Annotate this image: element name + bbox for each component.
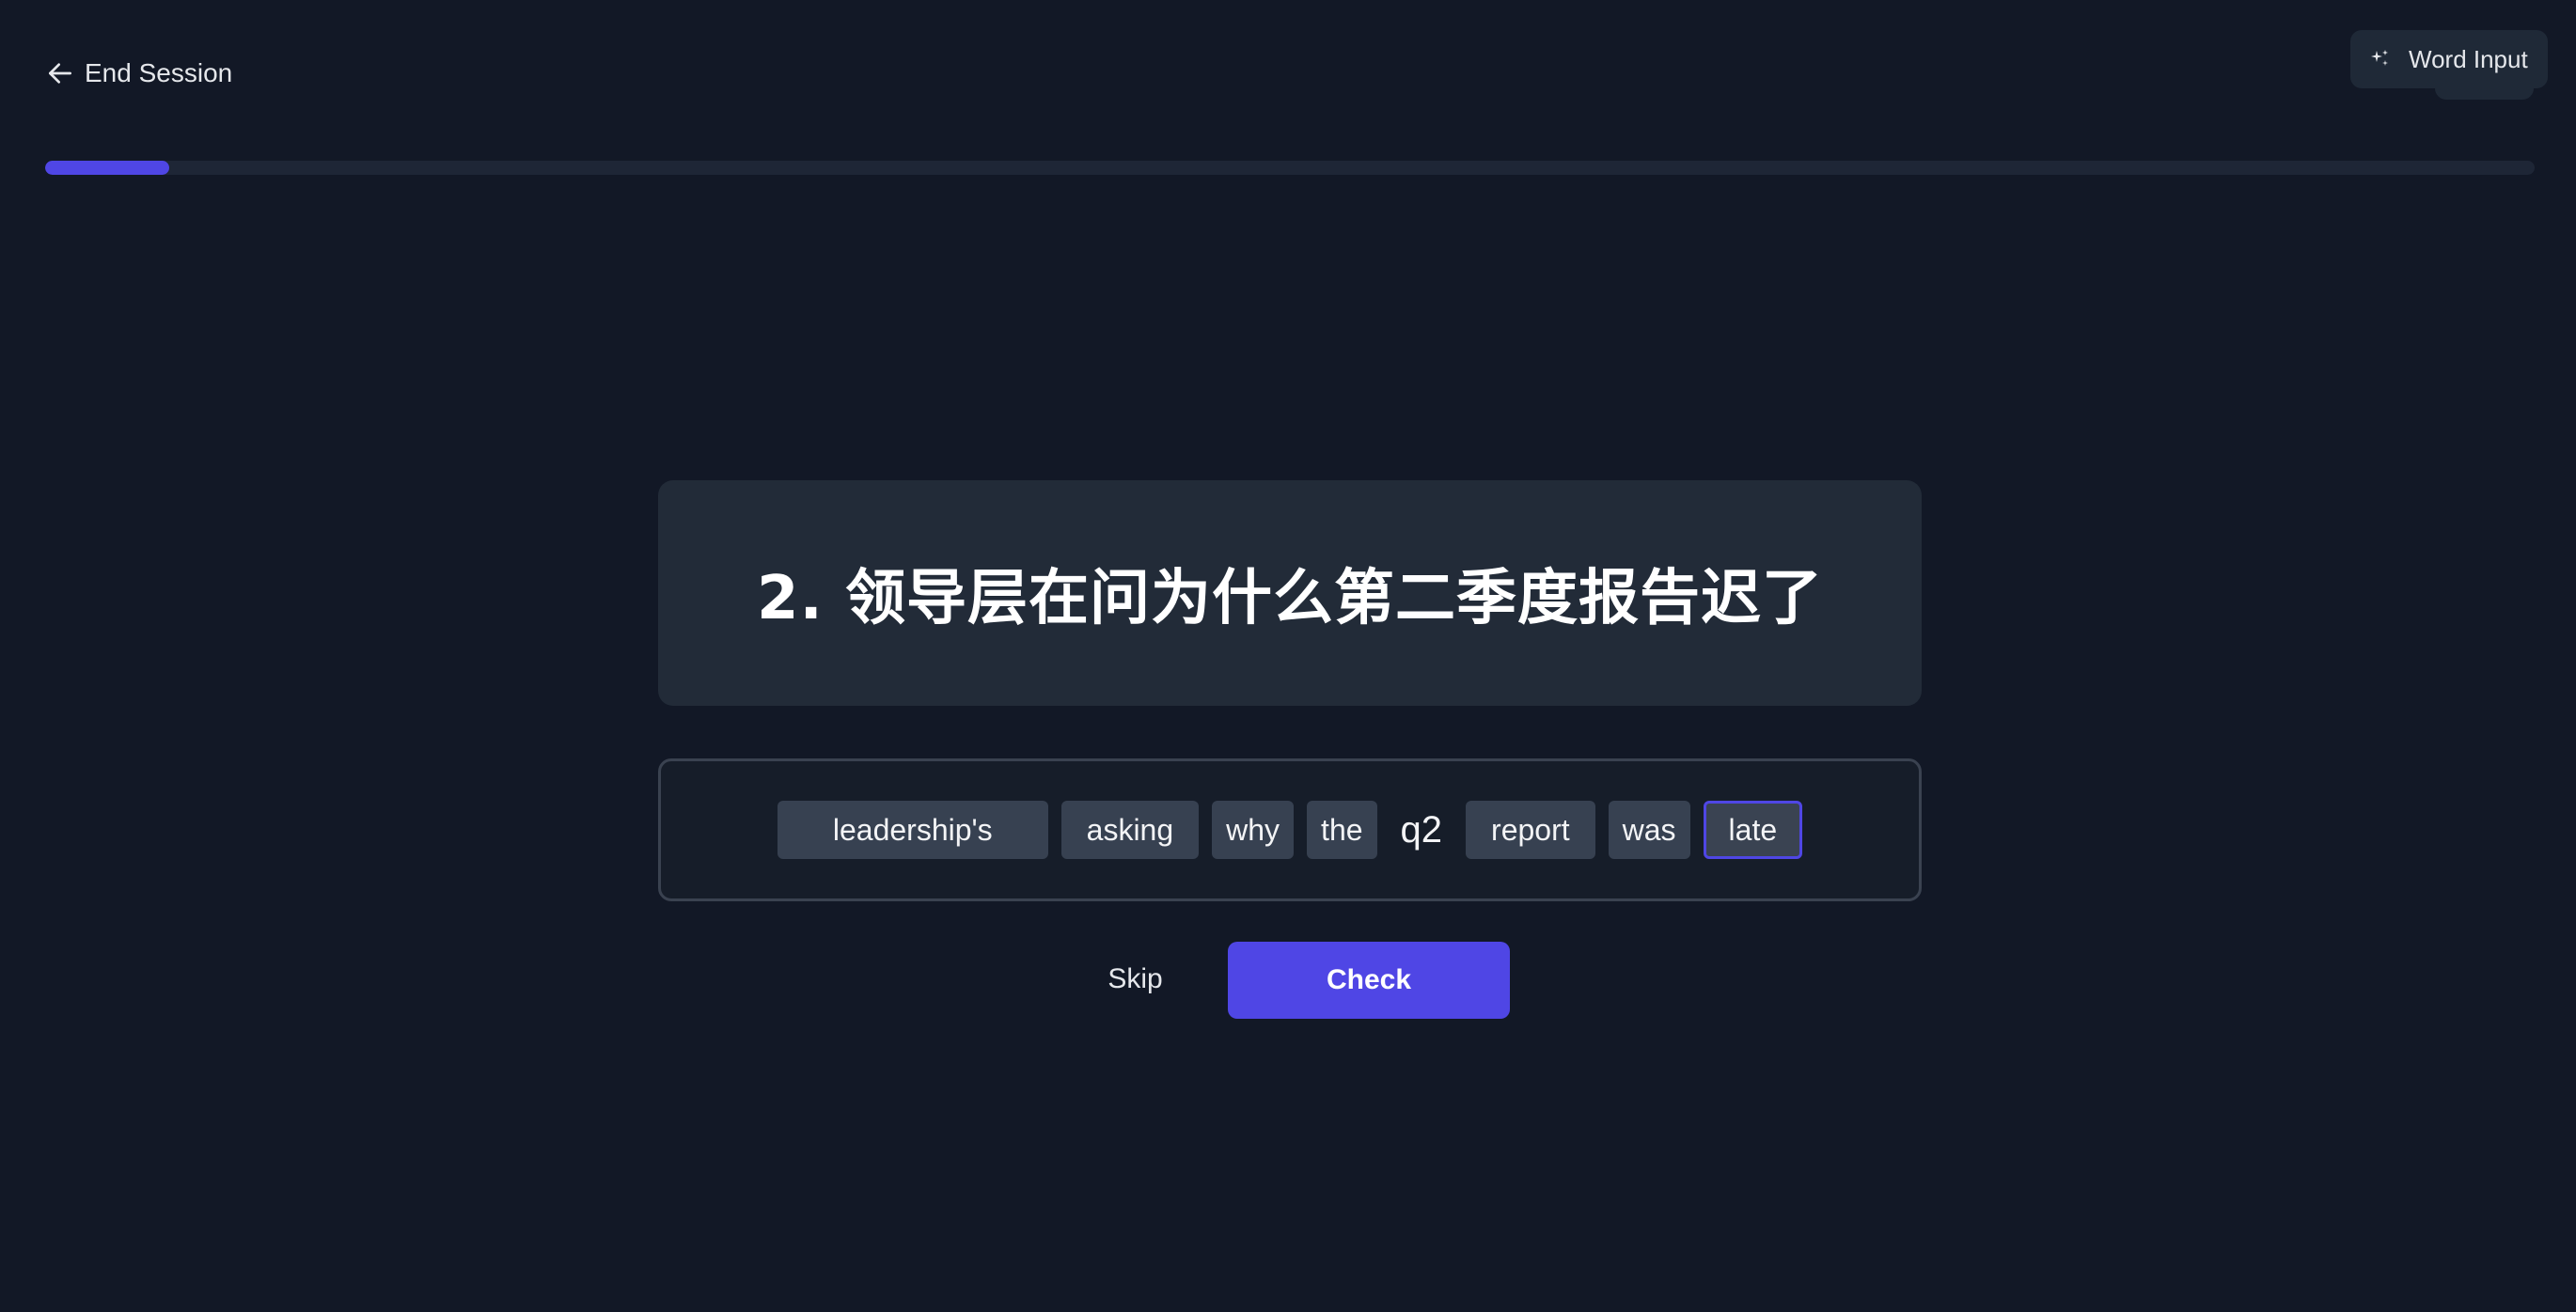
skip-button[interactable]: Skip: [1086, 942, 1185, 1017]
word-chip[interactable]: the: [1307, 801, 1377, 859]
word-chip[interactable]: was: [1608, 801, 1690, 859]
mode-label: Word Input: [2409, 44, 2528, 73]
word-chip-active[interactable]: late: [1703, 801, 1803, 859]
word-chip[interactable]: leadership's: [777, 801, 1048, 859]
word-chip[interactable]: q2: [1390, 801, 1453, 859]
mode-badge-tab: [2435, 88, 2534, 100]
check-button[interactable]: Check: [1228, 942, 1510, 1019]
word-input-mode-button[interactable]: Word Input: [2350, 30, 2548, 100]
word-chip[interactable]: why: [1212, 801, 1295, 859]
arrow-left-icon: [49, 63, 71, 84]
end-session-button[interactable]: End Session: [45, 58, 232, 88]
page: End Session Word Input 2. 领导层在问为什么第二季度报告…: [0, 0, 2576, 1312]
sparkle-icon: [2371, 50, 2388, 66]
prompt-card: 2. 领导层在问为什么第二季度报告迟了: [658, 480, 1922, 706]
end-session-label: End Session: [85, 58, 233, 87]
progress-bar: [45, 161, 2535, 175]
prompt-text: 2. 领导层在问为什么第二季度报告迟了: [756, 564, 1824, 633]
word-chip[interactable]: asking: [1060, 801, 1200, 859]
word-chip[interactable]: report: [1466, 801, 1595, 859]
answer-box[interactable]: leadership's asking why the q2 report wa…: [658, 758, 1922, 901]
progress-fill: [45, 161, 170, 175]
